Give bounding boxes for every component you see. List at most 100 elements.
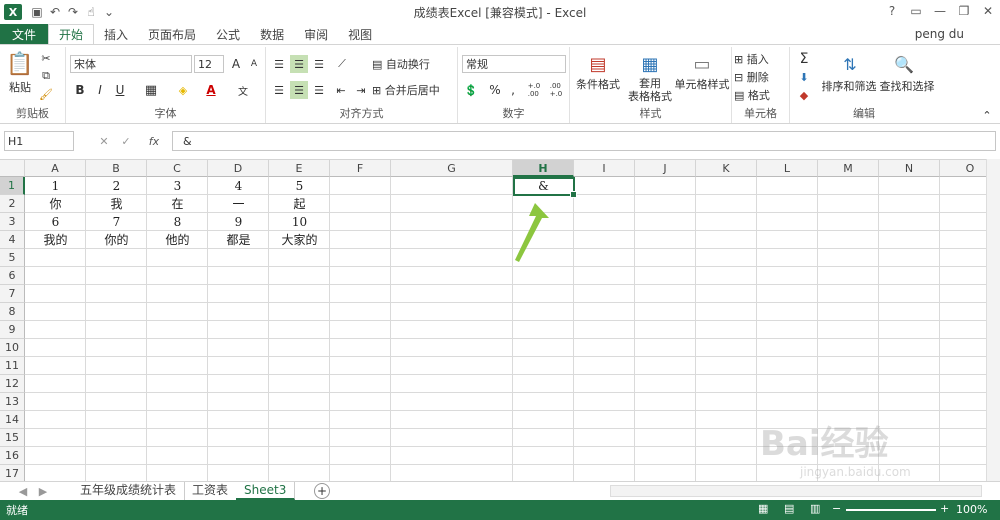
column-header-f[interactable]: F [330,160,391,177]
column-header-c[interactable]: C [147,160,208,177]
tab-file[interactable]: 文件 [0,24,48,44]
column-header-h[interactable]: H [513,160,574,177]
restore-icon[interactable]: ❐ [952,0,976,22]
tab-view[interactable]: 视图 [338,24,382,44]
column-header-k[interactable]: K [696,160,757,177]
column-header-i[interactable]: I [574,160,635,177]
fill-icon[interactable]: ⬇ [794,69,814,85]
row-header-9[interactable]: 9 [0,321,25,339]
cut-icon[interactable]: ✂ [38,51,54,65]
cell-a1[interactable]: 1 [25,177,86,195]
save-icon[interactable]: ▣ [28,3,46,21]
cell-d2[interactable]: 一 [208,195,269,213]
cell-c3[interactable]: 8 [147,213,208,231]
formula-input[interactable]: & [172,131,996,151]
cell-b3[interactable]: 7 [86,213,147,231]
decrease-indent-icon[interactable]: ⇤ [332,81,350,99]
tab-formulas[interactable]: 公式 [206,24,250,44]
bold-button[interactable]: B [72,81,88,99]
format-button[interactable]: ▤ 格式 [734,87,788,103]
autosum-button[interactable]: Σ [794,51,814,67]
cell-b1[interactable]: 2 [86,177,147,195]
align-right-icon[interactable]: ☰ [310,81,328,99]
close-icon[interactable]: ✕ [976,0,1000,22]
format-painter-icon[interactable]: 🖌 [38,87,54,101]
cell-b4[interactable]: 你的 [86,231,147,249]
wrap-text-button[interactable]: ▤ 自动换行 [372,55,456,73]
delete-button[interactable]: ⊟ 删除 [734,69,788,85]
cell-e2[interactable]: 起 [269,195,330,213]
sheet-tab-3[interactable]: Sheet3 [236,482,296,500]
font-size-select[interactable]: 12 [194,55,224,73]
find-select-icon[interactable]: 🔍 [884,51,924,77]
row-header-5[interactable]: 5 [0,249,25,267]
number-format-select[interactable]: 常规 [462,55,566,73]
sort-filter-icon[interactable]: ⇅ [830,51,870,77]
increase-indent-icon[interactable]: ⇥ [352,81,370,99]
horizontal-scrollbar[interactable] [610,485,982,497]
copy-icon[interactable]: ⧉ [38,69,54,83]
cell-a2[interactable]: 你 [25,195,86,213]
row-header-2[interactable]: 2 [0,195,25,213]
column-header-g[interactable]: G [391,160,513,177]
select-all-corner[interactable] [0,160,25,177]
row-header-12[interactable]: 12 [0,375,25,393]
decrease-decimal-button[interactable]: .00 +.0 [546,81,566,99]
bottom-align-icon[interactable]: ☰ [310,55,328,73]
increase-decimal-button[interactable]: +.0 .00 [524,81,544,99]
shrink-font-button[interactable]: A [246,55,262,73]
page-break-view-icon[interactable]: ▥ [810,502,820,515]
row-header-16[interactable]: 16 [0,447,25,465]
row-header-14[interactable]: 14 [0,411,25,429]
zoom-out-icon[interactable]: − [832,502,841,515]
tab-review[interactable]: 审阅 [294,24,338,44]
align-center-icon[interactable]: ☰ [290,81,308,99]
minimize-icon[interactable]: — [928,0,952,22]
zoom-slider[interactable] [846,509,936,511]
align-left-icon[interactable]: ☰ [270,81,288,99]
page-layout-view-icon[interactable]: ▤ [784,502,794,515]
middle-align-icon[interactable]: ☰ [290,55,308,73]
conditional-format-icon[interactable]: ▤ [576,51,620,77]
sort-filter-button[interactable]: 排序和筛选 [820,79,878,93]
cell-c2[interactable]: 在 [147,195,208,213]
orientation-icon[interactable]: ⟋ [332,55,352,73]
underline-button[interactable]: U [112,81,128,99]
confirm-entry-icon[interactable]: ✓ [118,132,134,150]
clear-icon[interactable]: ◆ [794,87,814,103]
border-icon[interactable]: ▦ [142,81,160,99]
cell-a4[interactable]: 我的 [25,231,86,249]
tab-home[interactable]: 开始 [48,24,95,44]
merge-center-button[interactable]: ⊞ 合并后居中 [372,81,456,99]
phonetic-button[interactable]: 文 [234,81,252,99]
cell-styles-button[interactable]: 单元格样式 [672,77,732,91]
tab-page-layout[interactable]: 页面布局 [138,24,206,44]
cell-c4[interactable]: 他的 [147,231,208,249]
sheet-tab-1[interactable]: 五年级成绩统计表 [72,482,186,500]
undo-icon[interactable]: ↶ [46,3,64,21]
row-header-6[interactable]: 6 [0,267,25,285]
row-header-11[interactable]: 11 [0,357,25,375]
cell-e1[interactable]: 5 [269,177,330,195]
add-sheet-icon[interactable]: + [314,483,330,499]
conditional-format-button[interactable]: 条件格式 [572,77,624,91]
redo-icon[interactable]: ↷ [64,3,82,21]
row-header-1[interactable]: 1 [0,177,25,195]
paste-button[interactable]: 粘贴 [6,79,34,95]
cell-b2[interactable]: 我 [86,195,147,213]
row-header-15[interactable]: 15 [0,429,25,447]
comma-button[interactable]: , [506,81,520,99]
ribbon-display-icon[interactable]: ▭ [904,0,928,22]
find-select-button[interactable]: 查找和选择 [878,79,936,93]
format-as-table-button[interactable]: 套用 表格格式 [622,77,678,103]
insert-function-button[interactable]: fx [144,132,164,150]
customize-quick-access-icon[interactable]: ⌄ [100,3,118,21]
next-sheet-icon[interactable]: ▶ [36,483,50,499]
font-name-select[interactable]: 宋体 [70,55,192,73]
currency-icon[interactable]: 💲 [462,81,480,99]
column-header-b[interactable]: B [86,160,147,177]
cell-d3[interactable]: 9 [208,213,269,231]
top-align-icon[interactable]: ☰ [270,55,288,73]
cell-d1[interactable]: 4 [208,177,269,195]
paste-icon[interactable]: 📋 [6,49,34,79]
